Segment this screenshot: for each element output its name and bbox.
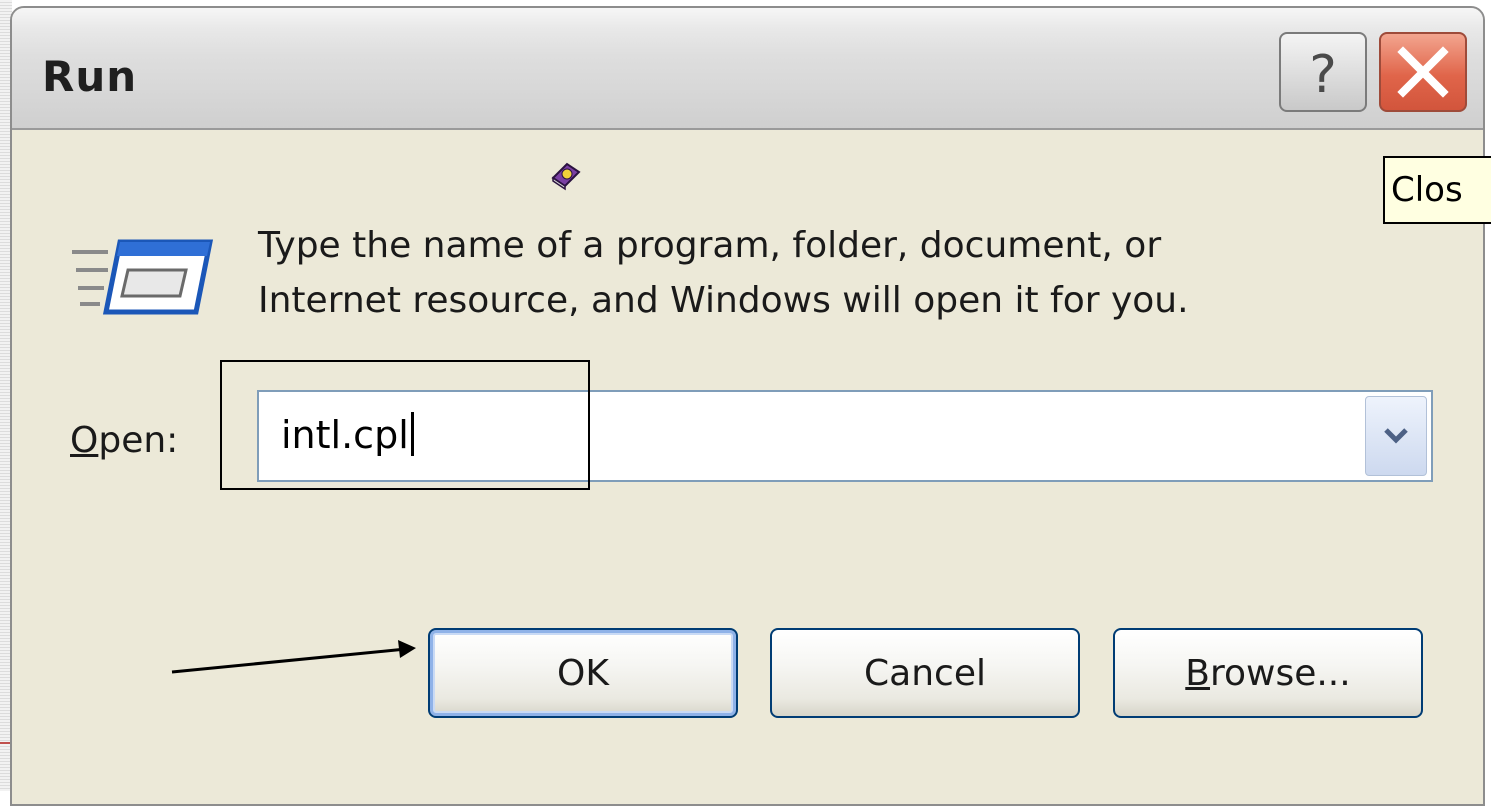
description-line-1: Type the name of a program, folder, docu… [258,225,1162,266]
cancel-button[interactable]: Cancel [770,628,1080,718]
open-combobox[interactable]: intl.cpl [257,390,1433,482]
svg-text:?: ? [1309,45,1337,102]
run-dialog: Run ? Type the name of a program, folder… [10,6,1485,806]
help-book-icon [551,162,581,191]
open-dropdown-button[interactable] [1365,396,1427,476]
run-window-icon [72,239,214,315]
window-title: Run [42,52,138,101]
browse-access-key: B [1185,652,1210,694]
question-mark-icon: ? [1309,45,1337,102]
close-button[interactable] [1379,32,1467,112]
open-input-value: intl.cpl [281,413,409,457]
close-x-icon [1397,46,1449,98]
open-label-access-key: O [70,420,99,461]
text-cursor [410,412,414,456]
chevron-down-icon [1384,428,1408,444]
description-line-2: Internet resource, and Windows will open… [258,280,1189,321]
run-description: Type the name of a program, folder, docu… [258,218,1388,328]
open-label-text: pen: [98,420,179,461]
annotation-arrow [171,640,416,674]
title-bar[interactable]: Run ? [12,8,1483,130]
help-button[interactable]: ? [1279,32,1367,112]
open-label: Open: [70,420,178,461]
browse-button[interactable]: Browse... [1113,628,1423,718]
close-tooltip: Clos [1383,156,1491,224]
open-input[interactable]: intl.cpl [281,412,414,457]
ok-button[interactable]: OK [428,628,738,718]
browse-label: rowse... [1209,652,1351,694]
